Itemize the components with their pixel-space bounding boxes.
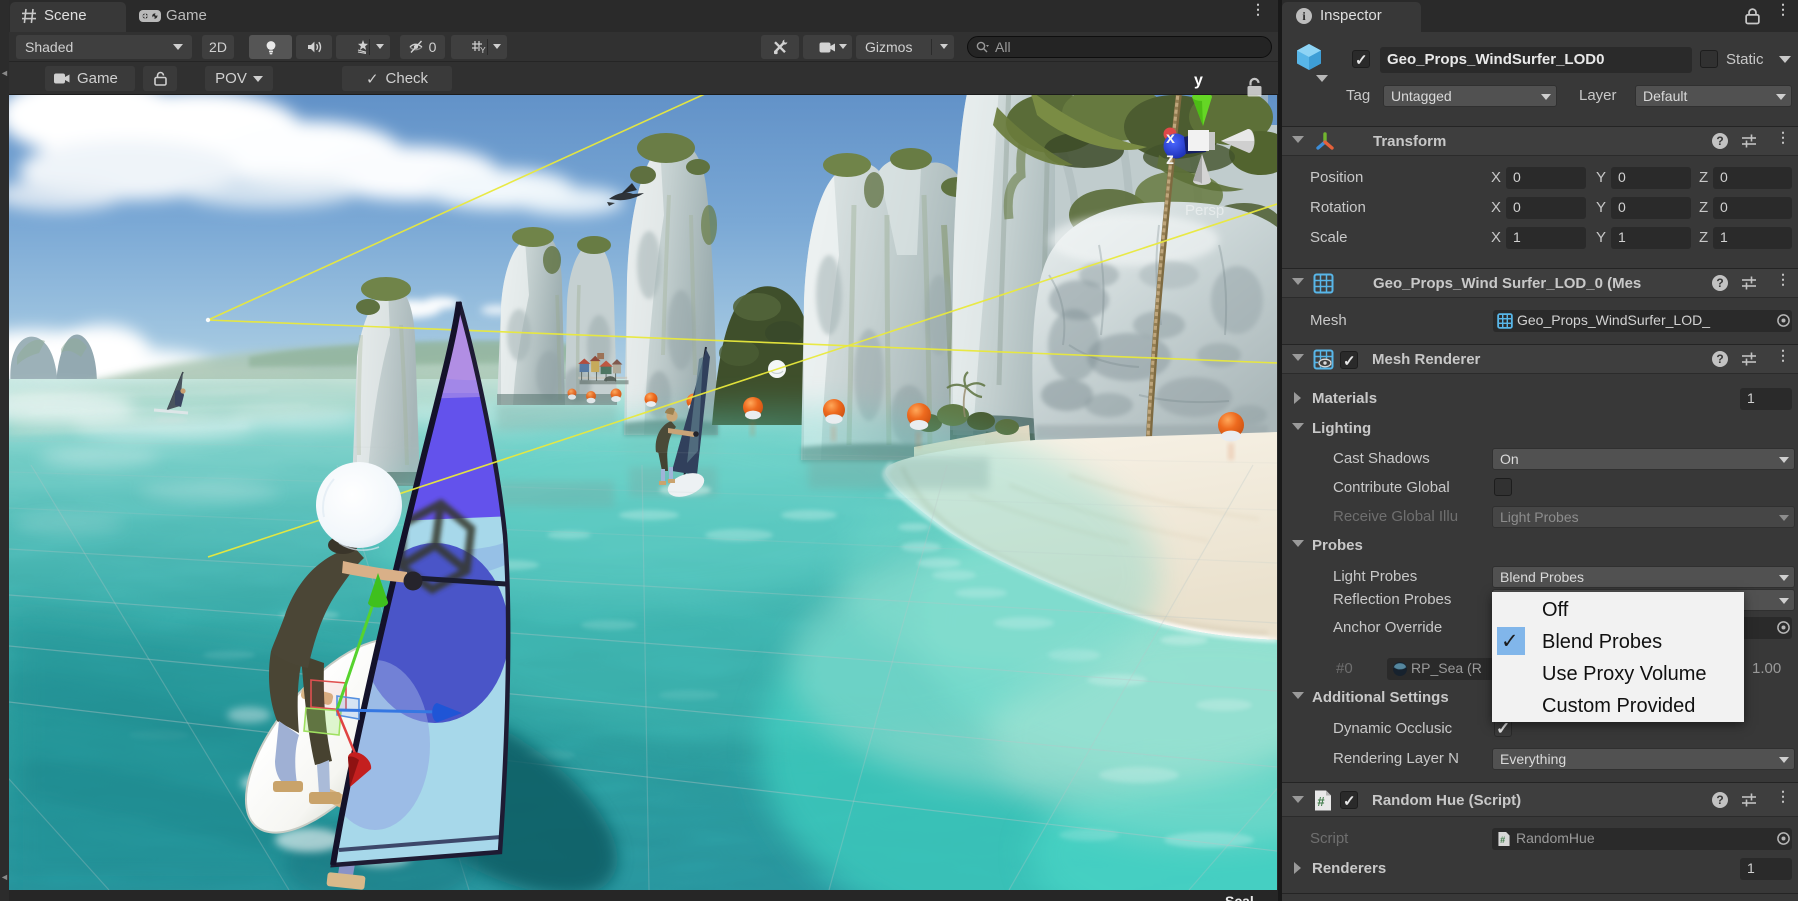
svg-text:x: x (1166, 130, 1175, 147)
svg-text:Persp: Persp (1185, 202, 1224, 219)
svg-text:z: z (1166, 151, 1174, 168)
svg-text:#: # (1500, 835, 1505, 845)
svg-text:Y: Y (480, 45, 486, 55)
svg-text:#: # (1317, 794, 1325, 809)
